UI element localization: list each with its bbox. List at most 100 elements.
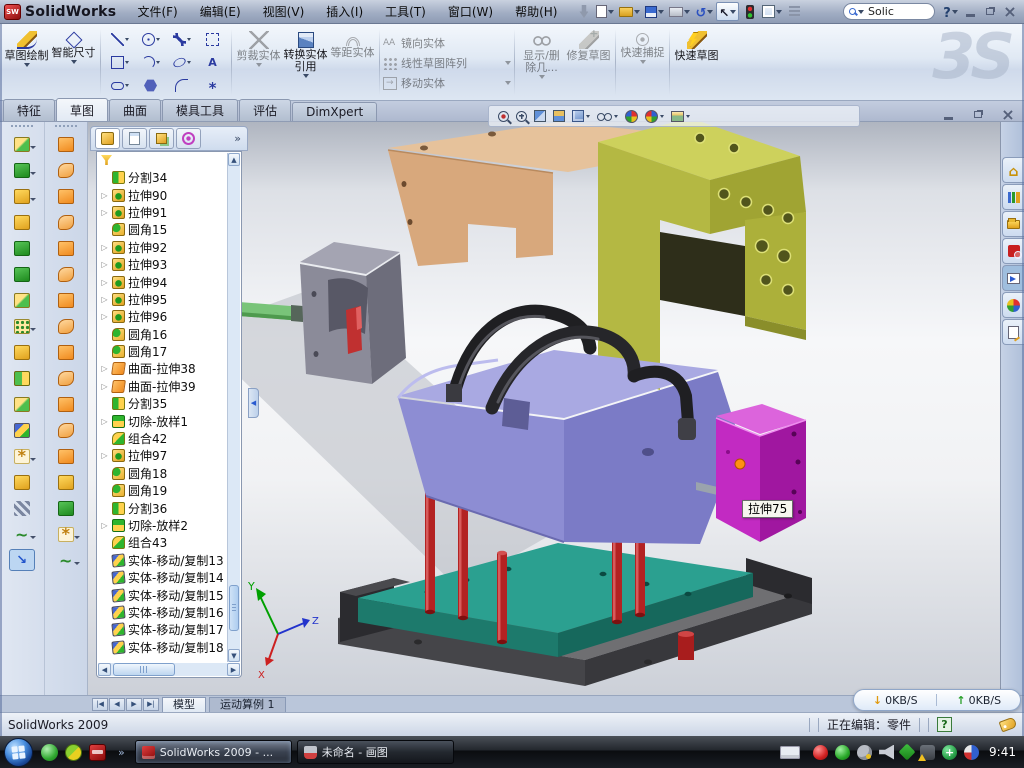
toolbar-button[interactable] bbox=[53, 445, 79, 467]
headsup-button[interactable] bbox=[645, 110, 664, 123]
tree-item[interactable]: 曲面-拉伸39 bbox=[100, 378, 225, 395]
command-tab[interactable]: DimXpert bbox=[292, 102, 377, 121]
task-pane-tab[interactable] bbox=[1002, 292, 1024, 318]
dropdown-arrow[interactable] bbox=[30, 198, 36, 204]
sketch-entity-button[interactable] bbox=[166, 74, 197, 97]
dropdown-arrow[interactable] bbox=[30, 172, 36, 178]
tree-item[interactable]: 组合42 bbox=[100, 430, 225, 447]
toolbar-button[interactable] bbox=[9, 523, 35, 545]
trim-dropdown-arrow[interactable] bbox=[256, 63, 262, 67]
linear-sketch-pattern-button[interactable]: 线性草图阵列 bbox=[383, 55, 511, 71]
model-slide-block[interactable] bbox=[716, 404, 806, 542]
task-pane-tab[interactable] bbox=[1002, 157, 1024, 183]
tree-item[interactable]: 实体-移动/复制15 bbox=[100, 586, 225, 603]
last-tab-button[interactable] bbox=[143, 698, 159, 711]
panel-tab-button[interactable] bbox=[95, 128, 120, 149]
toolbar-button[interactable] bbox=[617, 2, 642, 21]
horizontal-scroll-thumb[interactable] bbox=[113, 663, 175, 676]
dropdown-arrow[interactable] bbox=[74, 536, 80, 542]
sketch-entity-button[interactable] bbox=[135, 28, 166, 51]
tree-item[interactable]: 切除-放样2 bbox=[100, 517, 225, 534]
tree-item[interactable]: 圆角17 bbox=[100, 343, 225, 360]
expand-arrow-icon[interactable] bbox=[100, 260, 109, 269]
dropdown-arrow[interactable] bbox=[684, 10, 690, 14]
menu-item[interactable]: 编辑(E) bbox=[189, 3, 252, 20]
expand-arrow-icon[interactable] bbox=[100, 521, 109, 530]
tree-item[interactable]: 实体-移动/复制14 bbox=[100, 569, 225, 586]
antivirus-red-shield-icon[interactable] bbox=[813, 745, 828, 760]
toolbar-button[interactable] bbox=[53, 367, 79, 389]
move-entities-button[interactable]: 移动实体 bbox=[383, 75, 511, 91]
search-box[interactable] bbox=[843, 3, 935, 20]
expand-arrow-icon[interactable] bbox=[100, 382, 109, 391]
dropdown-arrow[interactable] bbox=[686, 115, 690, 118]
task-pane-tab[interactable] bbox=[1002, 184, 1024, 210]
sketch-entity-button[interactable] bbox=[197, 28, 228, 51]
restore-button[interactable] bbox=[980, 3, 1000, 20]
menu-item[interactable]: 帮助(H) bbox=[504, 3, 568, 20]
solidworks-quick-icon[interactable] bbox=[89, 744, 106, 761]
expand-arrow-icon[interactable] bbox=[100, 243, 109, 252]
dropdown-arrow[interactable] bbox=[30, 458, 36, 464]
sketch-dropdown-arrow[interactable] bbox=[24, 63, 30, 67]
toolbar-button[interactable] bbox=[941, 2, 960, 21]
expand-arrow-icon[interactable] bbox=[100, 364, 109, 373]
task-pane-tab[interactable] bbox=[1002, 238, 1024, 264]
tree-item[interactable]: 拉伸92 bbox=[100, 239, 225, 256]
taskbar-clock[interactable]: 9:41 bbox=[985, 745, 1024, 759]
move-entities-dropdown-arrow[interactable] bbox=[505, 81, 511, 85]
sketch-entity-button[interactable] bbox=[166, 51, 197, 74]
tree-horizontal-scrollbar[interactable]: ◀ ▶ bbox=[98, 663, 240, 676]
toolbar-button[interactable] bbox=[53, 237, 79, 259]
tree-item[interactable]: 圆角19 bbox=[100, 482, 225, 499]
task-pane-tab[interactable] bbox=[1002, 211, 1024, 237]
sketch-entity-button[interactable] bbox=[166, 28, 197, 51]
toolbar-button[interactable] bbox=[9, 393, 35, 415]
toolbar-button[interactable] bbox=[53, 393, 79, 415]
model-pin-stub[interactable] bbox=[678, 631, 694, 660]
task-pane-tab[interactable] bbox=[1002, 265, 1024, 291]
toolbar-button[interactable] bbox=[9, 185, 35, 207]
toolbar-button[interactable] bbox=[53, 159, 79, 181]
network-warning-icon[interactable] bbox=[920, 745, 935, 760]
rapid-sketch-button[interactable]: 快速草图 bbox=[673, 28, 720, 62]
tree-item[interactable]: 实体-移动/复制13 bbox=[100, 552, 225, 569]
tree-item[interactable]: 圆角16 bbox=[100, 326, 225, 343]
headsup-button[interactable] bbox=[553, 110, 565, 122]
messenger-tray-icon[interactable] bbox=[964, 745, 979, 760]
toolbar-button[interactable] bbox=[785, 2, 804, 21]
model-cavity-insert[interactable] bbox=[300, 242, 406, 384]
quick-snaps-button[interactable]: 快速捕捉 bbox=[619, 28, 666, 64]
trim-entities-button[interactable]: 剪裁实体 bbox=[235, 28, 282, 67]
search-input[interactable] bbox=[866, 4, 918, 19]
tree-item[interactable]: 拉伸90 bbox=[100, 186, 225, 203]
sketch-entity-button[interactable] bbox=[197, 74, 228, 97]
dropdown-arrow[interactable] bbox=[30, 536, 36, 542]
headsup-button[interactable] bbox=[498, 111, 509, 122]
dropdown-arrow[interactable] bbox=[30, 328, 36, 334]
toolbar-button[interactable] bbox=[53, 549, 79, 571]
tree-item[interactable]: 拉伸91 bbox=[100, 204, 225, 221]
panel-tab-button[interactable] bbox=[176, 128, 201, 149]
tree-item[interactable]: 拉伸94 bbox=[100, 273, 225, 290]
panel-tab-button[interactable] bbox=[149, 128, 174, 149]
tree-item[interactable]: 实体-移动/复制18 bbox=[100, 639, 225, 656]
document-tab[interactable]: 模型 bbox=[162, 697, 206, 712]
toolbar-button[interactable] bbox=[53, 341, 79, 363]
expand-arrow-icon[interactable] bbox=[100, 191, 109, 200]
minimize-button[interactable] bbox=[960, 3, 980, 20]
toolbar-button[interactable] bbox=[9, 263, 35, 285]
toolbar-button[interactable] bbox=[9, 471, 35, 493]
dropdown-arrow[interactable] bbox=[660, 115, 664, 118]
tree-item[interactable]: 分割34 bbox=[100, 169, 225, 186]
toolbar-button[interactable] bbox=[716, 2, 739, 21]
toolbar-button[interactable] bbox=[53, 523, 79, 545]
expand-arrow-icon[interactable] bbox=[100, 451, 109, 460]
tree-item[interactable]: 圆角18 bbox=[100, 465, 225, 482]
toolbar-button[interactable] bbox=[9, 497, 35, 519]
repair-sketch-button[interactable]: 修复草图 bbox=[565, 28, 612, 62]
tag-icon[interactable] bbox=[999, 717, 1018, 733]
tree-item[interactable]: 圆角15 bbox=[100, 221, 225, 238]
dropdown-arrow[interactable] bbox=[125, 61, 129, 64]
quick-launch-overflow-icon[interactable] bbox=[118, 746, 125, 759]
